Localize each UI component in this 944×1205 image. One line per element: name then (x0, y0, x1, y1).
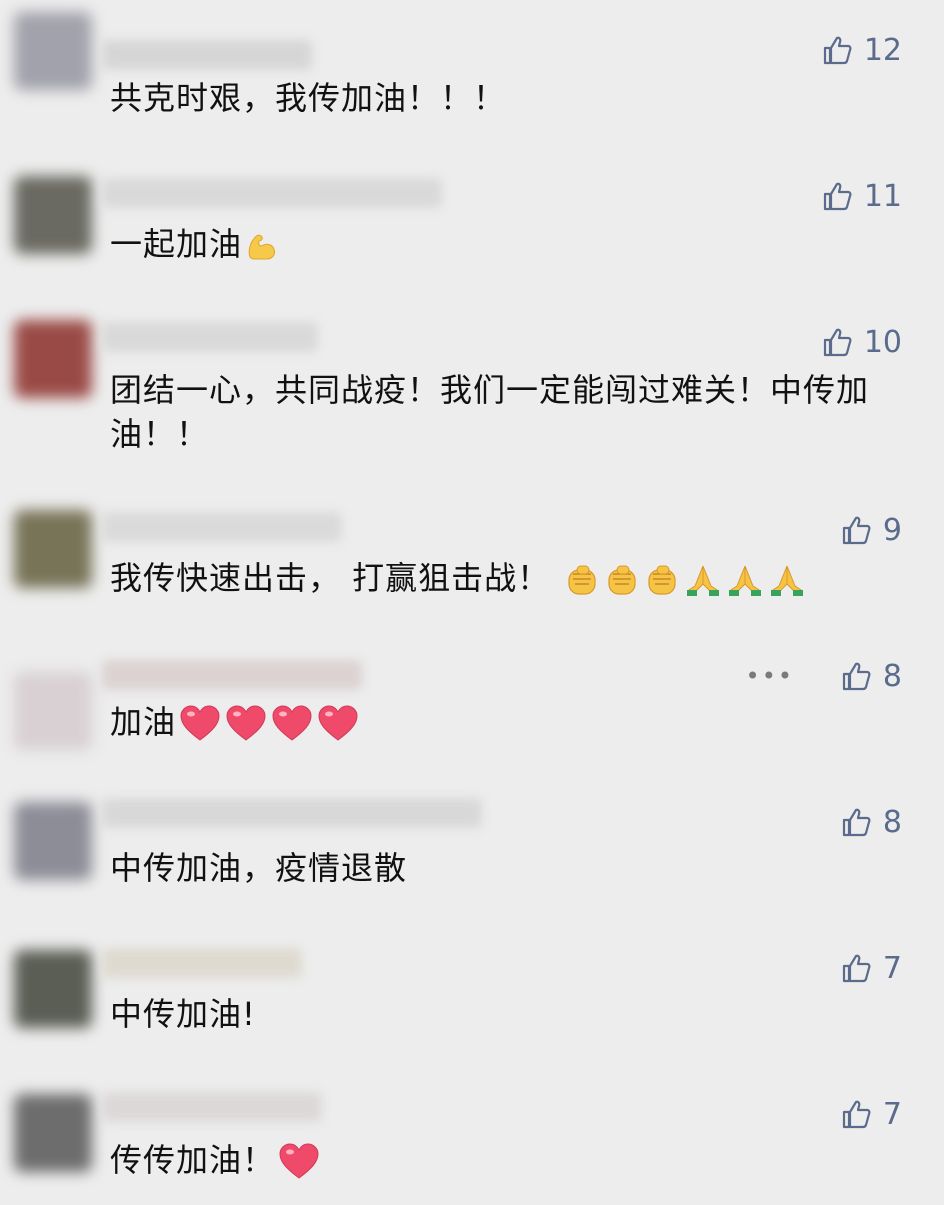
avatar[interactable] (14, 802, 92, 880)
commenter-name[interactable] (102, 948, 302, 978)
raised-fist-icon (643, 562, 681, 598)
like-button[interactable]: 9 (839, 508, 902, 552)
heart-icon (224, 704, 268, 744)
comment-item: 8 中传加油，疫情退散 (0, 774, 944, 919)
commenter-name[interactable] (102, 322, 318, 352)
like-button[interactable]: 12 (820, 28, 902, 72)
comment-text: 团结一心，共同战疫！我们一定能闯过难关！中传加油！！ (110, 371, 870, 453)
thumbs-up-icon (839, 951, 873, 985)
muscle-icon (244, 229, 280, 263)
comment-item: 7 传传加油！ (0, 1066, 944, 1205)
like-count: 11 (863, 178, 902, 214)
like-count: 9 (882, 512, 902, 548)
folded-hands-icon (683, 562, 723, 598)
avatar[interactable] (14, 320, 92, 398)
commenter-name[interactable] (102, 1092, 322, 1122)
comment-text: 中传加油，疫情退散 (110, 849, 408, 887)
thumbs-up-icon (839, 805, 873, 839)
like-button[interactable]: 11 (820, 174, 902, 218)
heart-icon (277, 1142, 321, 1182)
comment-text: 我传快速出击， 打赢狙击战！ (110, 556, 890, 600)
like-count: 8 (882, 658, 902, 694)
comment-item: ••• 8 加油 (0, 628, 944, 773)
folded-hands-icon (767, 562, 807, 598)
avatar[interactable] (14, 176, 92, 254)
raised-fist-icon (603, 562, 641, 598)
folded-hands-icon (725, 562, 765, 598)
commenter-name[interactable] (102, 40, 312, 70)
thumbs-up-icon (839, 513, 873, 547)
commenter-name[interactable] (102, 178, 442, 208)
comment-item: 10 团结一心，共同战疫！我们一定能闯过难关！中传加油！！ (0, 292, 944, 453)
like-button[interactable]: 7 (839, 1092, 902, 1136)
heart-icon (270, 704, 314, 744)
like-count: 7 (882, 1096, 902, 1132)
avatar[interactable] (14, 510, 92, 588)
thumbs-up-icon (820, 179, 854, 213)
like-button[interactable]: 8 (839, 654, 902, 698)
heart-icon (178, 704, 222, 744)
comment-item: 12 共克时艰，我传加油！！！ (0, 0, 944, 145)
avatar[interactable] (14, 12, 92, 90)
avatar[interactable] (14, 672, 92, 750)
like-button[interactable]: 8 (839, 800, 902, 844)
heart-icon (316, 704, 360, 744)
comment-text: 加油 (110, 700, 890, 744)
commenter-name[interactable] (102, 512, 342, 542)
like-button[interactable]: 10 (820, 320, 902, 364)
commenter-name[interactable] (102, 660, 362, 690)
comment-text: 中传加油! (110, 995, 256, 1033)
thumbs-up-icon (820, 33, 854, 67)
like-count: 10 (863, 324, 902, 360)
thumbs-up-icon (820, 325, 854, 359)
raised-fist-icon (563, 562, 601, 598)
comment-item: 9 我传快速出击， 打赢狙击战！ (0, 482, 944, 627)
commenter-name[interactable] (102, 798, 482, 828)
avatar[interactable] (14, 950, 92, 1028)
comment-item: 11 一起加油 (0, 146, 944, 291)
thumbs-up-icon (839, 659, 873, 693)
comment-text: 共克时艰，我传加油！！！ (110, 79, 507, 117)
comment-text: 一起加油 (110, 222, 890, 266)
comment-item: 7 中传加油! (0, 920, 944, 1065)
comment-list: 12 共克时艰，我传加油！！！ 11 一起加油 10 团结一心，共同战疫！我们一… (0, 0, 944, 1205)
more-options-button[interactable]: ••• (746, 664, 794, 688)
like-count: 7 (882, 950, 902, 986)
like-count: 8 (882, 804, 902, 840)
comment-text: 传传加油！ (110, 1138, 890, 1182)
avatar[interactable] (14, 1094, 92, 1172)
like-count: 12 (863, 32, 902, 68)
like-button[interactable]: 7 (839, 946, 902, 990)
thumbs-up-icon (839, 1097, 873, 1131)
